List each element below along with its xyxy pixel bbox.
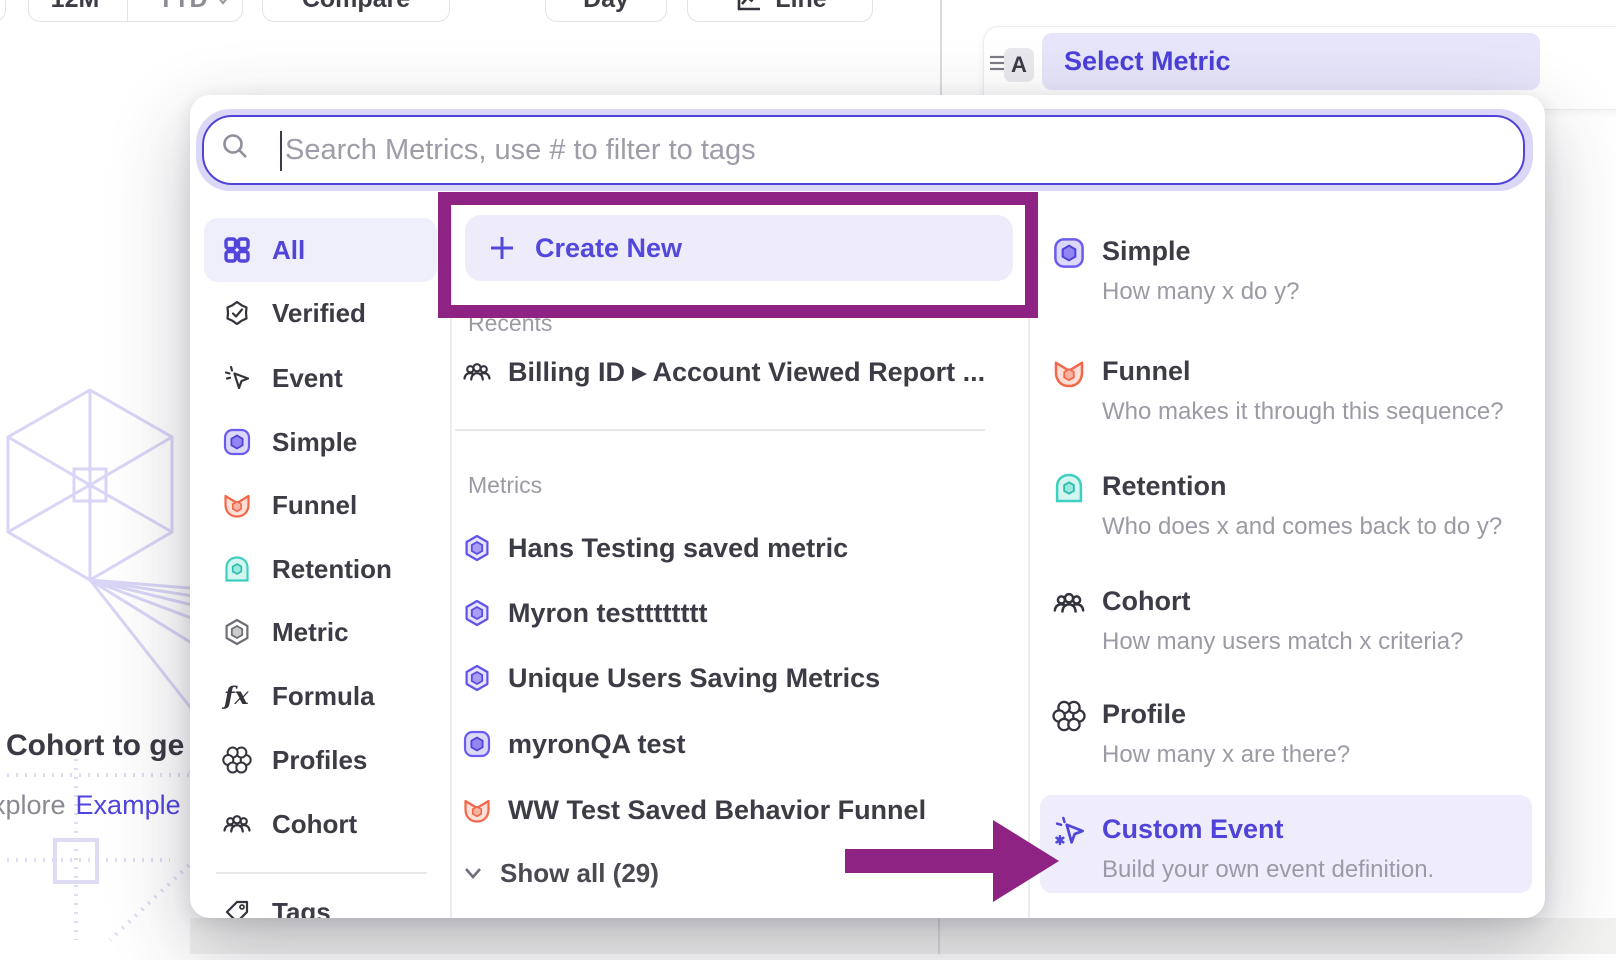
empty-state-caption: Cohort to ge	[6, 729, 184, 763]
section-divider	[455, 429, 985, 431]
funnel-icon	[462, 795, 492, 825]
saved-metric-item[interactable]: WW Test Saved Behavior Funnel	[462, 784, 1007, 836]
sidebar-divider	[216, 872, 427, 874]
metrics-heading: Metrics	[468, 472, 542, 499]
category-retention[interactable]: Retention	[204, 543, 437, 595]
category-cohort[interactable]: Cohort	[204, 798, 437, 850]
explore-prefix: xplore	[0, 790, 66, 820]
explore-line: xplore Example	[0, 790, 181, 821]
event-icon	[222, 363, 252, 393]
chevron-down-icon	[462, 865, 484, 881]
metric-icon	[462, 598, 492, 628]
compare-button[interactable]: Compare	[262, 0, 450, 22]
show-all-toggle[interactable]: Show all (29)	[462, 851, 762, 895]
type-cohort[interactable]: Cohort	[1102, 586, 1190, 617]
metric-icon	[462, 663, 492, 693]
category-simple[interactable]: Simple	[204, 416, 437, 468]
simple-icon	[222, 427, 252, 457]
recent-item[interactable]: Billing ID ▸ Account Viewed Report ...	[462, 346, 1007, 398]
type-custom-event-desc: Build your own event definition.	[1102, 856, 1434, 884]
retention-icon	[222, 554, 252, 584]
type-simple[interactable]: Simple	[1102, 236, 1191, 267]
tag-icon	[222, 897, 252, 918]
svg-text:ƒx: ƒx	[222, 681, 249, 710]
range-12m-button[interactable]: 12M	[24, 0, 128, 21]
profiles-icon	[222, 745, 252, 775]
verified-icon	[222, 298, 252, 328]
category-verified[interactable]: Verified	[204, 287, 437, 339]
panel-divider-bottom	[938, 918, 940, 954]
select-metric-button[interactable]: Select Metric	[1042, 33, 1540, 90]
saved-metric-item[interactable]: myronQA test	[462, 718, 1007, 770]
saved-metric-item[interactable]: Myron testttttttt	[462, 587, 1007, 639]
simple-icon	[462, 729, 492, 759]
formula-icon: ƒx	[222, 681, 252, 711]
cohort-icon	[222, 809, 252, 839]
funnel-icon	[1052, 356, 1086, 390]
type-cohort-desc: How many users match x criteria?	[1102, 628, 1463, 656]
search-input[interactable]	[285, 119, 1465, 181]
example-reports-link[interactable]: Example	[76, 790, 181, 820]
cohort-icon	[1052, 586, 1086, 620]
type-funnel[interactable]: Funnel	[1102, 356, 1191, 387]
saved-metric-item[interactable]: Unique Users Saving Metrics	[462, 652, 1007, 704]
metric-icon	[462, 533, 492, 563]
chart-type-line-button[interactable]: Line	[687, 0, 873, 22]
type-custom-event[interactable]: Custom Event	[1102, 814, 1284, 845]
chevron-down-icon	[216, 0, 230, 5]
partial-button[interactable]	[0, 0, 6, 22]
page-bottom-strip	[190, 918, 1616, 954]
annotation-highlight-box	[438, 192, 1038, 318]
annotation-arrow	[845, 849, 995, 873]
metric-icon	[222, 617, 252, 647]
profiles-icon	[1052, 699, 1086, 733]
retention-icon	[1052, 471, 1086, 505]
cohort-icon	[462, 357, 492, 387]
saved-metric-item[interactable]: Hans Testing saved metric	[462, 522, 1007, 574]
type-profile[interactable]: Profile	[1102, 699, 1186, 730]
category-event[interactable]: Event	[204, 352, 437, 404]
date-range-segmented-control: 12M YTD	[28, 0, 243, 22]
range-ytd-button[interactable]: YTD	[140, 0, 248, 21]
grid-icon	[222, 235, 252, 265]
search-icon	[220, 131, 250, 161]
category-formula[interactable]: ƒx Formula	[204, 670, 437, 722]
category-funnel[interactable]: Funnel	[204, 479, 437, 531]
category-profiles[interactable]: Profiles	[204, 734, 437, 786]
granularity-day-button[interactable]: Day	[545, 0, 667, 22]
category-metric[interactable]: Metric	[204, 606, 437, 658]
type-retention-desc: Who does x and comes back to do y?	[1102, 513, 1502, 541]
category-all[interactable]: All	[204, 218, 437, 282]
type-simple-desc: How many x do y?	[1102, 278, 1299, 306]
panel-divider-top	[940, 0, 942, 95]
line-chart-icon	[733, 0, 763, 14]
metric-block-label: A	[1004, 48, 1034, 82]
category-tags[interactable]: Tags	[204, 886, 437, 918]
text-caret	[280, 131, 282, 171]
type-retention[interactable]: Retention	[1102, 471, 1227, 502]
annotation-arrow-head	[993, 820, 1059, 902]
type-funnel-desc: Who makes it through this sequence?	[1102, 398, 1504, 426]
simple-icon	[1052, 236, 1086, 270]
funnel-icon	[222, 490, 252, 520]
type-profile-desc: How many x are there?	[1102, 741, 1350, 769]
